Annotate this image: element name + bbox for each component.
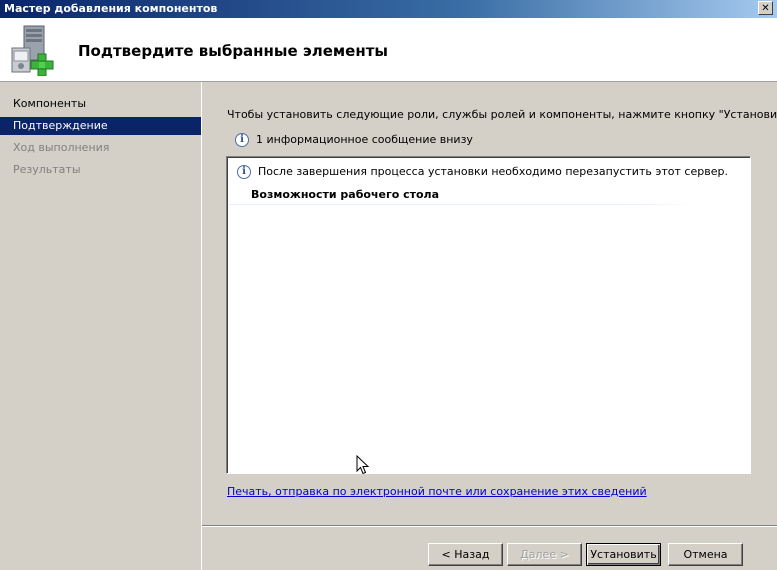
window-title: Мастер добавления компонентов xyxy=(4,2,218,15)
print-email-save-link[interactable]: Печать, отправка по электронной почте ил… xyxy=(227,485,647,498)
info-summary: i 1 информационное сообщение внизу xyxy=(235,132,473,148)
mouse-cursor-icon xyxy=(356,455,370,475)
info-message: i После завершения процесса установки нео… xyxy=(237,164,728,180)
button-separator xyxy=(202,525,777,527)
sidebar-item-components[interactable]: Компоненты xyxy=(0,95,201,113)
wizard-content: Чтобы установить следующие роли, службы … xyxy=(202,82,777,570)
install-button[interactable]: Установить xyxy=(586,543,661,566)
server-add-icon xyxy=(11,25,54,76)
confirmation-list[interactable]: i После завершения процесса установки нео… xyxy=(226,156,751,474)
title-bar: Мастер добавления компонентов ✕ xyxy=(0,0,777,18)
section-divider xyxy=(229,204,699,205)
close-icon: ✕ xyxy=(761,3,770,14)
sidebar-item-confirmation[interactable]: Подтверждение xyxy=(0,117,201,135)
sidebar-item-label: Ход выполнения xyxy=(13,141,110,154)
cancel-button[interactable]: Отмена xyxy=(668,543,743,566)
wizard-sidebar: Компоненты Подтверждение Ход выполнения … xyxy=(0,82,202,570)
next-button: Далее > xyxy=(507,543,582,566)
sidebar-item-label: Компоненты xyxy=(13,97,87,110)
page-title: Подтвердите выбранные элементы xyxy=(78,42,388,60)
info-message-text: После завершения процесса установки необ… xyxy=(258,165,728,178)
sidebar-item-progress: Ход выполнения xyxy=(0,139,201,157)
sidebar-item-results: Результаты xyxy=(0,161,201,179)
close-button[interactable]: ✕ xyxy=(758,1,773,15)
wizard-header: Подтвердите выбранные элементы xyxy=(0,18,777,82)
sidebar-item-label: Подтверждение xyxy=(13,119,108,132)
sidebar-item-label: Результаты xyxy=(13,163,81,176)
info-icon: i xyxy=(237,165,251,179)
intro-text: Чтобы установить следующие роли, службы … xyxy=(227,108,777,121)
info-summary-label: 1 информационное сообщение внизу xyxy=(256,133,473,146)
section-title: Возможности рабочего стола xyxy=(251,188,440,201)
back-button[interactable]: < Назад xyxy=(428,543,503,566)
info-icon: i xyxy=(235,133,249,147)
